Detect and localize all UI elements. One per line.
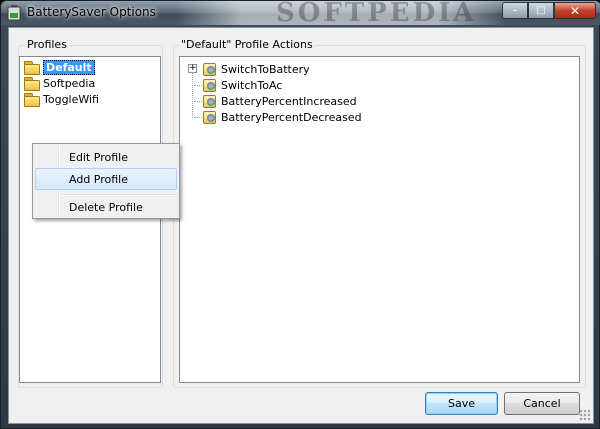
folder-icon [24,60,40,75]
action-script-icon [202,62,217,76]
action-script-icon [202,110,217,124]
action-label: SwitchToBattery [221,62,310,76]
profile-label: Softpedia [43,76,96,90]
action-label: SwitchToAc [221,78,283,92]
action-script-icon [202,94,217,108]
title-bar[interactable]: BatterySaver Options SOFTPEDIA – □ ✕ [1,1,600,25]
profiles-group-label: Profiles [25,38,69,51]
dialog-body: Profiles Default Softpedia ToggleWifi "D… [8,27,594,424]
minimize-icon: – [512,5,518,16]
maximize-icon: □ [536,5,546,16]
profile-label: ToggleWifi [43,92,99,106]
folder-icon [24,92,40,107]
app-window: BatterySaver Options SOFTPEDIA – □ ✕ Pro… [0,0,600,429]
profile-item-softpedia[interactable]: Softpedia [24,75,95,91]
menu-item-delete-profile[interactable]: Delete Profile [35,196,177,218]
profile-item-default[interactable]: Default [24,59,95,75]
save-button[interactable]: Save [425,392,498,415]
context-menu: Edit Profile Add Profile Delete Profile [32,143,180,219]
watermark-text: SOFTPEDIA [276,1,477,25]
close-button[interactable]: ✕ [554,2,596,19]
tree-connector-vertical [192,69,193,118]
watermark: SOFTPEDIA [176,1,506,25]
menu-item-edit-profile[interactable]: Edit Profile [35,146,177,168]
action-label: BatteryPercentDecreased [221,110,362,124]
cancel-button[interactable]: Cancel [504,392,580,415]
profile-item-togglewifi[interactable]: ToggleWifi [24,91,99,107]
profile-label: Default [43,59,95,75]
action-item-switchtobattery[interactable]: SwitchToBattery [202,61,310,77]
menu-item-add-profile[interactable]: Add Profile [35,168,177,190]
action-script-icon [202,78,217,92]
action-label: BatteryPercentIncreased [221,94,357,108]
action-item-batterypercentdecreased[interactable]: BatteryPercentDecreased [202,109,362,125]
window-controls: – □ ✕ [502,2,596,20]
expand-toggle[interactable]: + [188,64,197,73]
resize-grip[interactable] [579,409,591,421]
action-item-batterypercentincreased[interactable]: BatteryPercentIncreased [202,93,357,109]
minimize-button[interactable]: – [502,2,528,19]
action-item-switchtoac[interactable]: SwitchToAc [202,77,282,93]
window-title: BatterySaver Options [27,5,156,19]
profiles-list[interactable]: Default Softpedia ToggleWifi [19,56,161,383]
actions-tree[interactable]: + SwitchToBattery SwitchToAc BatteryPerc… [179,56,580,383]
actions-group-label: "Default" Profile Actions [179,38,315,51]
folder-icon [24,76,40,91]
close-icon: ✕ [569,3,581,18]
battery-icon [7,5,21,21]
maximize-button[interactable]: □ [528,2,554,19]
